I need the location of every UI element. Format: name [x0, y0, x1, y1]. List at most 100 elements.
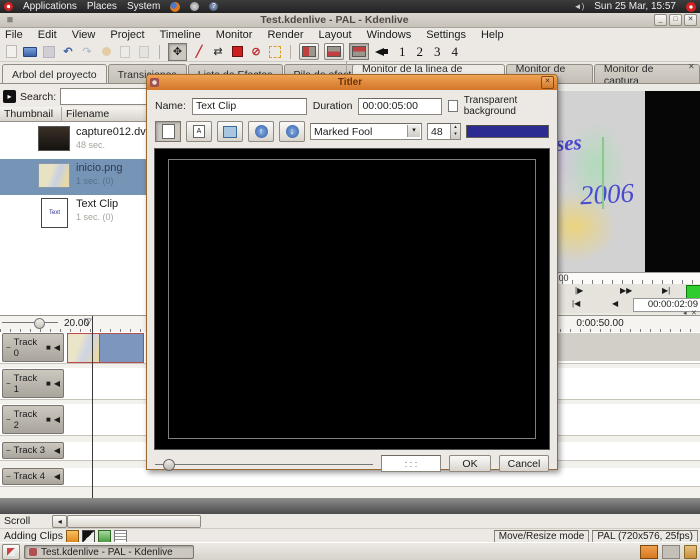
- paste-icon[interactable]: [137, 45, 151, 58]
- track-header-2[interactable]: − Track 2 ■ ◀: [2, 405, 64, 434]
- layout-1-button[interactable]: [299, 43, 319, 60]
- redo-icon[interactable]: ↷: [80, 45, 94, 58]
- resize-tool-button[interactable]: ⇄: [211, 45, 225, 58]
- select-zone-button[interactable]: [268, 45, 282, 58]
- maximize-button[interactable]: □: [669, 14, 682, 26]
- collapse-track-icon[interactable]: −: [6, 447, 11, 455]
- trash-icon[interactable]: [684, 545, 697, 559]
- layout-3-button[interactable]: [349, 43, 369, 60]
- frame-back-icon[interactable]: ◀: [612, 300, 618, 308]
- add-text-button[interactable]: A: [186, 121, 212, 142]
- show-desktop-button[interactable]: [2, 544, 20, 560]
- cancel-button[interactable]: Cancel: [499, 455, 549, 472]
- panel-clock[interactable]: Sun 25 Mar, 15:57: [594, 1, 676, 12]
- track-video-icon[interactable]: ■: [46, 344, 51, 352]
- track-video-icon[interactable]: ■: [46, 380, 51, 388]
- name-input[interactable]: Text Clip: [192, 98, 307, 115]
- track-header-3[interactable]: − Track 3 ◀: [2, 442, 64, 459]
- time-slider-handle[interactable]: [163, 459, 175, 471]
- help-icon[interactable]: ?: [209, 2, 218, 11]
- time-slider[interactable]: [155, 458, 373, 470]
- razor-tool-button[interactable]: ╱: [192, 45, 206, 58]
- play-zone-button[interactable]: [686, 285, 700, 299]
- panel-menu-places[interactable]: Places: [87, 1, 117, 12]
- go-start-icon[interactable]: |◀: [572, 300, 580, 308]
- distro-icon[interactable]: [4, 2, 13, 11]
- open-file-icon[interactable]: [23, 45, 37, 58]
- menu-timeline[interactable]: Timeline: [160, 29, 201, 41]
- transparent-background-checkbox[interactable]: [448, 100, 458, 112]
- panel-menu-system[interactable]: System: [127, 1, 160, 12]
- menu-settings[interactable]: Settings: [426, 29, 466, 41]
- tab-capture-monitor[interactable]: Monitor de captura: [594, 64, 700, 84]
- menu-view[interactable]: View: [72, 29, 96, 41]
- track-header-4[interactable]: − Track 4 ◀: [2, 468, 64, 485]
- go-end-icon[interactable]: ▶|: [662, 287, 670, 295]
- record-button[interactable]: [230, 45, 244, 58]
- new-document-icon[interactable]: [4, 45, 18, 58]
- dialog-titlebar[interactable]: Titler ✕: [147, 75, 557, 90]
- minimize-button[interactable]: _: [654, 14, 667, 26]
- monitor-timecode[interactable]: 00:00:02:09: [633, 298, 700, 312]
- panel-menu-applications[interactable]: Applications: [23, 1, 77, 12]
- timeline-clip-image[interactable]: [67, 333, 100, 363]
- font-combo[interactable]: Marked Fool▾: [310, 123, 422, 140]
- menu-monitor[interactable]: Monitor: [216, 29, 253, 41]
- layout-number-labels[interactable]: 1234: [399, 44, 469, 60]
- power-icon[interactable]: [686, 2, 696, 12]
- combo-arrow-icon[interactable]: ▾: [407, 125, 420, 137]
- workspace-1-cell[interactable]: [640, 545, 658, 559]
- move-tool-button[interactable]: ✥: [168, 43, 187, 61]
- menu-project[interactable]: Project: [110, 29, 144, 41]
- timeline-playhead[interactable]: [92, 316, 93, 498]
- track-header-0[interactable]: − Track 0 ■ ◀: [2, 333, 64, 362]
- track-header-1[interactable]: − Track 1 ■ ◀: [2, 369, 64, 398]
- collapse-track-icon[interactable]: −: [6, 473, 11, 481]
- add-rect-button[interactable]: [217, 121, 243, 142]
- dialog-timecode-field[interactable]: : : :: [381, 455, 441, 472]
- collapse-track-icon[interactable]: −: [6, 380, 11, 388]
- track-audio-icon[interactable]: ◀: [54, 380, 60, 388]
- save-icon[interactable]: [42, 45, 56, 58]
- workspace-2-cell[interactable]: [662, 545, 680, 559]
- undo-icon[interactable]: ↶: [61, 45, 75, 58]
- scrollbar-thumb[interactable]: [67, 515, 201, 528]
- spinner-arrows-icon[interactable]: ▴▾: [450, 124, 460, 139]
- duration-input[interactable]: 00:00:05:00: [358, 98, 441, 115]
- update-icon[interactable]: [190, 2, 199, 11]
- menu-help[interactable]: Help: [481, 29, 504, 41]
- track-audio-icon[interactable]: ◀: [54, 473, 60, 481]
- lower-object-button[interactable]: ↓: [279, 121, 305, 142]
- track-audio-icon[interactable]: ◀: [54, 344, 60, 352]
- track-audio-icon[interactable]: ◀: [54, 447, 60, 455]
- stop-button[interactable]: ⊘: [249, 45, 263, 58]
- volume-icon[interactable]: ◄): [574, 2, 585, 11]
- menu-edit[interactable]: Edit: [38, 29, 57, 41]
- track-audio-icon[interactable]: ◀: [54, 416, 60, 424]
- playhead-marker-icon[interactable]: ▽: [84, 317, 92, 328]
- fast-forward-icon[interactable]: ▶▶: [620, 287, 632, 295]
- scrollbar-left-arrow[interactable]: ◂: [52, 515, 67, 528]
- copy-icon[interactable]: [118, 45, 132, 58]
- raise-object-button[interactable]: ↑: [248, 121, 274, 142]
- clear-search-icon[interactable]: ▸: [3, 90, 16, 103]
- collapse-track-icon[interactable]: −: [6, 344, 11, 352]
- column-thumbnail[interactable]: Thumbnail: [0, 107, 62, 122]
- close-button[interactable]: ✕: [684, 14, 697, 26]
- horn-icon[interactable]: [374, 45, 388, 58]
- cut-icon[interactable]: [99, 45, 113, 58]
- font-size-spinner[interactable]: 48▴▾: [427, 123, 461, 140]
- menu-windows[interactable]: Windows: [367, 29, 412, 41]
- layout-2-button[interactable]: [324, 43, 344, 60]
- window-titlebar[interactable]: ■ Test.kdenlive - PAL - Kdenlive _ □ ✕: [0, 13, 700, 28]
- tab-project-tree[interactable]: Arbol del proyecto: [2, 64, 107, 84]
- menu-file[interactable]: File: [5, 29, 23, 41]
- menu-layout[interactable]: Layout: [319, 29, 352, 41]
- dialog-close-icon[interactable]: ✕: [541, 76, 554, 89]
- task-button-kdenlive[interactable]: Test.kdenlive - PAL - Kdenlive: [24, 545, 194, 559]
- dock-close-icon[interactable]: ✕: [688, 62, 695, 71]
- firefox-icon[interactable]: [170, 2, 180, 12]
- menu-render[interactable]: Render: [267, 29, 303, 41]
- timeline-zoom-slider[interactable]: [2, 322, 58, 323]
- ok-button[interactable]: OK: [449, 455, 491, 472]
